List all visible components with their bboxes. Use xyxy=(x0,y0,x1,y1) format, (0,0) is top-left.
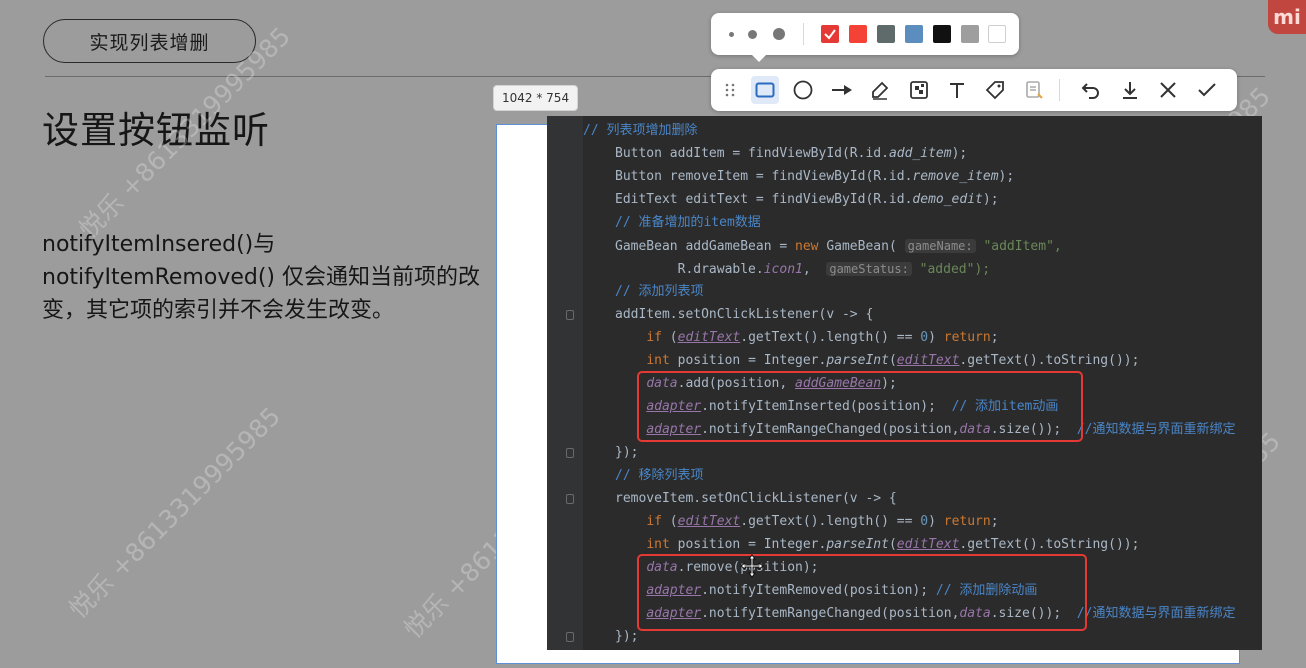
move-cursor-icon xyxy=(740,554,764,578)
fold-marker-icon xyxy=(566,448,574,458)
circle-icon[interactable] xyxy=(789,76,817,104)
code-line: }); xyxy=(615,445,639,460)
brush-size-large[interactable] xyxy=(773,28,785,40)
code-line: addItem.setOnClickListener(v -> { xyxy=(615,307,874,322)
code-line: removeItem.setOnClickListener(v -> { xyxy=(615,491,897,506)
code-line: // 添加列表项 xyxy=(615,284,704,299)
code-line: int position = Integer.parseInt(editText… xyxy=(646,537,1140,552)
mosaic-icon[interactable] xyxy=(905,76,933,104)
download-icon[interactable] xyxy=(1116,76,1144,104)
code-line: // 列表项增加删除 xyxy=(583,123,698,138)
capture-size-label: 1042 * 754 xyxy=(493,85,579,111)
color-swatch-gray[interactable] xyxy=(961,25,979,43)
mi-logo-icon: mi xyxy=(1268,0,1306,34)
ocr-icon[interactable] xyxy=(1020,76,1048,104)
color-swatch-white[interactable] xyxy=(988,25,1006,43)
code-line: R.drawable.icon1, gameStatus: "added"); xyxy=(615,262,991,277)
color-swatch-red[interactable] xyxy=(821,25,839,43)
confirm-icon[interactable] xyxy=(1193,76,1221,104)
pen-icon[interactable] xyxy=(866,76,894,104)
color-swatch-gray-green[interactable] xyxy=(877,25,895,43)
code-line: if (editText.getText().length() == 0) re… xyxy=(646,330,999,345)
arrow-icon[interactable] xyxy=(828,76,856,104)
code-line: if (editText.getText().length() == 0) re… xyxy=(646,514,999,529)
code-line: GameBean addGameBean = new GameBean( gam… xyxy=(615,239,1062,254)
close-icon[interactable] xyxy=(1154,76,1182,104)
code-line: }); xyxy=(615,629,639,644)
fold-marker-icon xyxy=(566,632,574,642)
color-swatch-light-red[interactable] xyxy=(849,25,867,43)
code-line: Button removeItem = findViewById(R.id.re… xyxy=(615,169,1015,184)
tag-icon[interactable] xyxy=(981,76,1009,104)
text-icon[interactable] xyxy=(943,76,971,104)
separator xyxy=(803,23,804,45)
annotation-toolbar xyxy=(711,69,1237,111)
code-line: int position = Integer.parseInt(editText… xyxy=(646,353,1140,368)
code-line: Button addItem = findViewById(R.id.add_i… xyxy=(615,146,968,161)
color-swatch-blue[interactable] xyxy=(905,25,923,43)
code-line: EditText editText = findViewById(R.id.de… xyxy=(615,192,999,207)
fold-marker-icon xyxy=(566,494,574,504)
color-swatch-black[interactable] xyxy=(933,25,951,43)
red-rectangle-annotation[interactable] xyxy=(637,554,1087,631)
watermark: 悦乐 +8613319995985 xyxy=(63,401,287,625)
rectangle-icon[interactable] xyxy=(751,76,779,104)
fold-marker-icon xyxy=(566,310,574,320)
brush-size-small[interactable] xyxy=(729,32,734,37)
code-line: // 移除列表项 xyxy=(615,468,704,483)
slide-description: notifyItemInsered()与notifyItemRemoved() … xyxy=(42,232,481,323)
code-line: // 准备增加的item数据 xyxy=(615,215,761,230)
topic-pill: 实现列表增删 xyxy=(43,19,256,63)
topic-label: 实现列表增删 xyxy=(89,31,210,54)
undo-icon[interactable] xyxy=(1077,76,1105,104)
editor-gutter xyxy=(547,116,583,650)
separator xyxy=(1059,79,1060,101)
check-icon xyxy=(824,29,836,40)
color-toolbar xyxy=(711,13,1019,55)
red-rectangle-annotation[interactable] xyxy=(637,371,1083,442)
brush-size-medium[interactable] xyxy=(748,30,757,39)
drag-handle-icon[interactable] xyxy=(720,76,740,104)
slide-heading: 设置按钮监听 xyxy=(42,109,270,152)
